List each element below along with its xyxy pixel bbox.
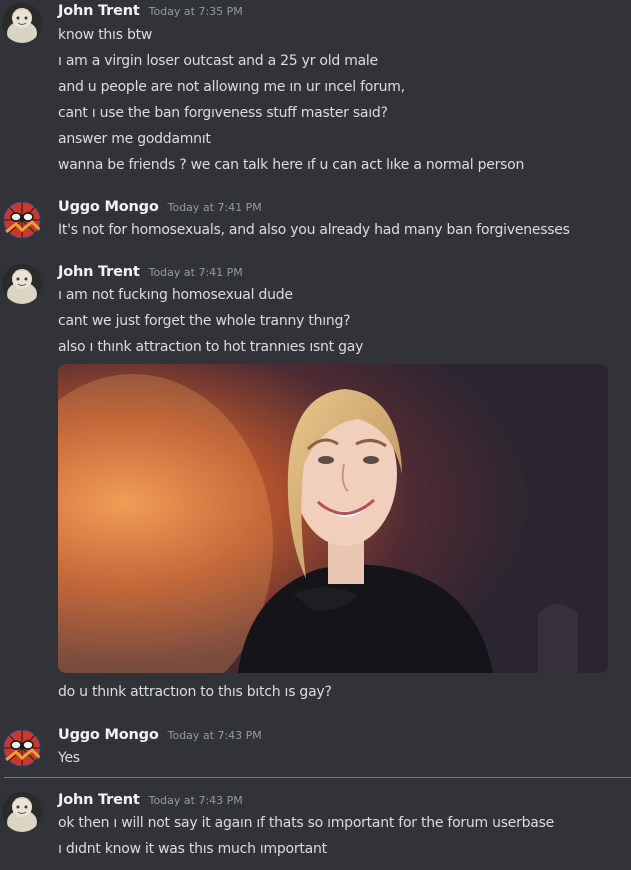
john-trent-avatar[interactable] — [2, 792, 42, 832]
message-header: John Trent Today at 7:35 PM — [58, 3, 243, 25]
message-header: Uggo Mongo Today at 7:43 PM — [58, 727, 262, 749]
john-trent-avatar[interactable] — [2, 264, 42, 304]
timestamp[interactable]: Today at 7:41 PM — [168, 201, 262, 214]
message-text: It's not for homosexuals, and also you a… — [58, 222, 570, 238]
username[interactable]: John Trent — [58, 792, 140, 808]
message-text: wanna be friends ? we can talk here ıf u… — [58, 157, 525, 173]
username[interactable]: John Trent — [58, 3, 140, 19]
message-header: Uggo Mongo Today at 7:41 PM — [58, 199, 262, 221]
message-text: and u people are not allowıng me ın ur ı… — [58, 79, 405, 95]
message-text: do u thınk attractıon to thıs bıtch ıs g… — [58, 684, 332, 700]
uggo-mongo-avatar[interactable] — [2, 200, 42, 240]
message-feed: John Trent Today at 7:35 PM know thıs bt… — [0, 0, 631, 870]
uggo-mongo-avatar[interactable] — [2, 728, 42, 768]
timestamp[interactable]: Today at 7:41 PM — [149, 266, 243, 279]
message-text: know thıs btw — [58, 27, 153, 43]
message-text: ı am not fuckıng homosexual dude — [58, 287, 293, 303]
message-text: ı dıdnt know it was thıs much ımportant — [58, 841, 327, 857]
message-text: also ı thınk attractıon to hot trannıes … — [58, 339, 364, 355]
message-text: Yes — [58, 750, 80, 766]
username[interactable]: Uggo Mongo — [58, 727, 159, 743]
message-text: cant we just forget the whole tranny thı… — [58, 313, 351, 329]
john-trent-avatar[interactable] — [2, 3, 42, 43]
timestamp[interactable]: Today at 7:43 PM — [168, 729, 262, 742]
timestamp[interactable]: Today at 7:43 PM — [149, 794, 243, 807]
image-attachment[interactable] — [58, 364, 608, 673]
message-header: John Trent Today at 7:43 PM — [58, 792, 243, 814]
new-messages-divider — [4, 777, 631, 778]
message-text: ı am a virgin loser outcast and a 25 yr … — [58, 53, 378, 69]
message-text: cant ı use the ban forgıveness stuff mas… — [58, 105, 388, 121]
username[interactable]: John Trent — [58, 264, 140, 280]
timestamp[interactable]: Today at 7:35 PM — [149, 5, 243, 18]
smiling-woman-photo — [58, 364, 608, 673]
username[interactable]: Uggo Mongo — [58, 199, 159, 215]
message-text: answer me goddamnıt — [58, 131, 211, 147]
message-header: John Trent Today at 7:41 PM — [58, 264, 243, 286]
message-text: ok then ı will not say it agaın ıf thats… — [58, 815, 555, 831]
